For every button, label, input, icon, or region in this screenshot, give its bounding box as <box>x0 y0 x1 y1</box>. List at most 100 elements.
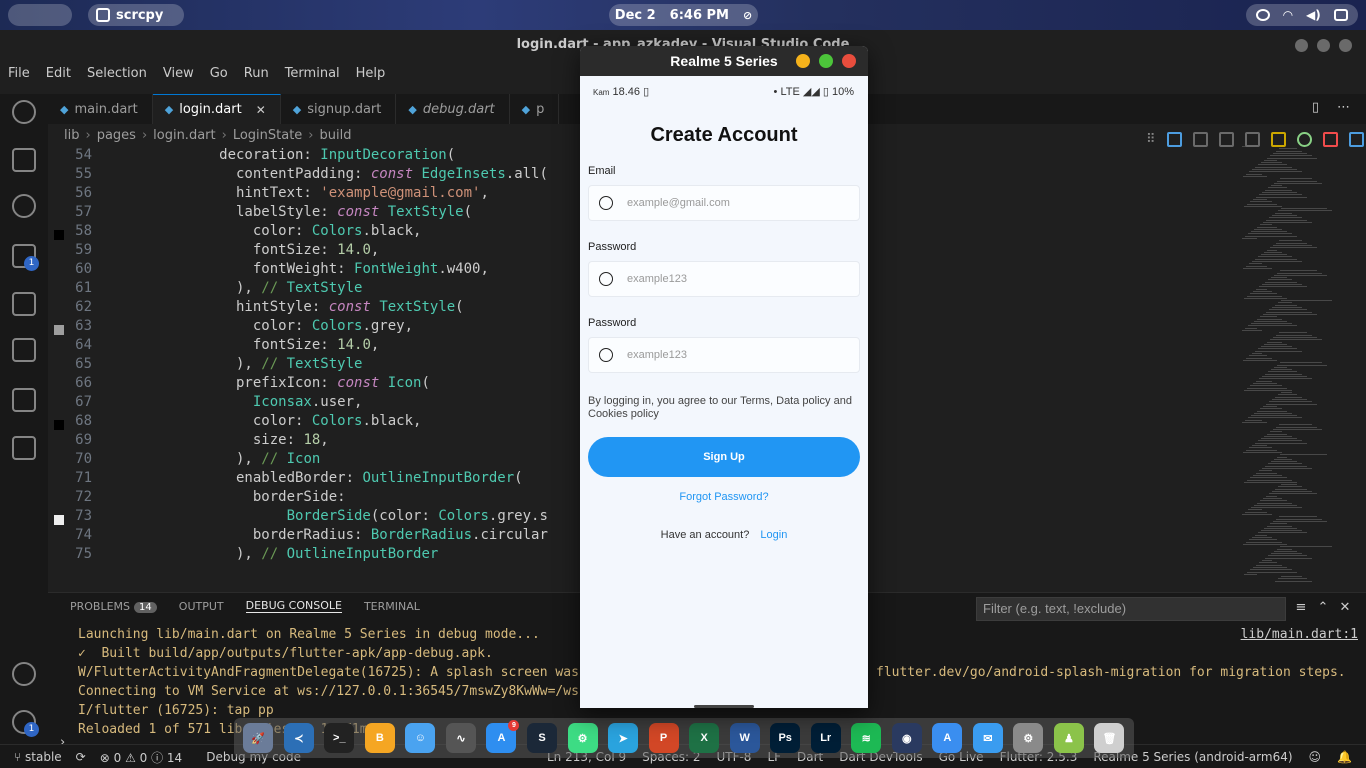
trash-icon[interactable]: 🗑 <box>1094 723 1125 753</box>
close-button[interactable] <box>1339 39 1352 52</box>
console-line: Launching lib/main.dart on Realme 5 Seri… <box>78 627 540 642</box>
extensions-icon[interactable] <box>12 292 36 316</box>
more-actions-icon[interactable]: ⋯ <box>1337 100 1350 115</box>
terminal-icon[interactable]: >_ <box>324 723 355 753</box>
photoshop-icon[interactable]: Ps <box>770 723 801 753</box>
testing-icon[interactable] <box>12 338 36 362</box>
password-field[interactable]: example123 <box>588 261 860 297</box>
breadcrumb-item[interactable]: LoginState <box>233 128 302 143</box>
source-control-icon[interactable] <box>12 194 36 218</box>
console-source-link[interactable]: lib/main.dart:1 <box>1241 625 1358 644</box>
forgot-password-link[interactable]: Forgot Password? <box>588 491 860 503</box>
panel-tab-problems[interactable]: PROBLEMS 14 <box>70 600 157 613</box>
step-over-icon[interactable] <box>1192 131 1208 147</box>
minimap-line <box>1245 235 1297 237</box>
sign-up-button[interactable]: Sign Up <box>588 437 860 477</box>
finder-icon[interactable]: ☺ <box>405 723 436 753</box>
active-app-menu[interactable]: scrcpy <box>88 4 184 26</box>
restart-icon[interactable] <box>1296 131 1312 147</box>
android-studio-icon[interactable]: ⚙ <box>567 723 598 753</box>
word-icon[interactable]: W <box>729 723 760 753</box>
phone-minimize-button[interactable] <box>796 54 810 68</box>
settings-icon[interactable]: ⚙ <box>1013 723 1044 753</box>
control-center-icon[interactable] <box>1255 9 1270 21</box>
powerpoint-icon[interactable]: P <box>648 723 679 753</box>
menu-selection[interactable]: Selection <box>79 64 155 84</box>
clock[interactable]: Dec 2 6:46 PM ⊘ <box>609 4 758 26</box>
clear-console-icon[interactable]: ≡ <box>1294 601 1308 615</box>
breadcrumb-item[interactable]: build <box>320 128 352 143</box>
notifications-icon[interactable]: 🔔 <box>1337 750 1352 764</box>
battery-icon[interactable] <box>1334 9 1349 21</box>
split-editor-icon[interactable]: ▯ <box>1312 100 1319 115</box>
account-icon[interactable] <box>12 662 36 686</box>
minimap[interactable] <box>1238 146 1366 590</box>
close-tab-icon[interactable]: ✕ <box>256 103 266 117</box>
step-into-icon[interactable] <box>1218 131 1234 147</box>
phone-close-button[interactable] <box>842 54 856 68</box>
explorer-icon[interactable] <box>12 148 36 172</box>
apple-menu-button[interactable] <box>8 4 72 26</box>
xcode-icon[interactable]: A <box>932 723 963 753</box>
close-panel-icon[interactable]: ✕ <box>1338 601 1352 615</box>
wifi-icon[interactable]: ◠ <box>1283 8 1292 22</box>
menu-help[interactable]: Help <box>348 64 394 84</box>
hot-reload-icon[interactable] <box>1270 131 1286 147</box>
sync-icon[interactable]: ⟳ <box>76 750 86 764</box>
email-field[interactable]: example@gmail.com <box>588 185 860 221</box>
search-icon[interactable] <box>12 100 36 124</box>
step-out-icon[interactable] <box>1244 131 1260 147</box>
tab-signup-dart[interactable]: ◆ signup.dart <box>281 94 397 124</box>
tab-p[interactable]: ◆ p <box>510 94 560 124</box>
menu-run[interactable]: Run <box>236 64 277 84</box>
minimap-line <box>1260 316 1277 318</box>
lightroom-icon[interactable]: Lr <box>810 723 841 753</box>
tab-main-dart[interactable]: ◆ main.dart <box>48 94 153 124</box>
feedback-icon[interactable]: ☺ <box>1309 750 1322 764</box>
menu-file[interactable]: File <box>0 64 38 84</box>
telegram-icon[interactable]: ➤ <box>608 723 639 753</box>
minimap-line <box>1259 286 1307 288</box>
breadcrumb-item[interactable]: pages <box>97 128 136 143</box>
menu-edit[interactable]: Edit <box>38 64 79 84</box>
minimap-line <box>1250 569 1292 571</box>
stop-icon[interactable] <box>1322 131 1338 147</box>
confirm-password-field[interactable]: example123 <box>588 337 860 373</box>
tab-login-dart[interactable]: ◆ login.dart ✕ <box>152 94 281 124</box>
gutter-color-black <box>54 230 64 240</box>
tab-debug-dart[interactable]: ◆ debug.dart <box>396 94 510 124</box>
screenshot-icon[interactable]: ◉ <box>891 723 922 753</box>
mail-icon[interactable]: ✉ <box>972 723 1003 753</box>
console-filter-input[interactable]: Filter (e.g. text, !exclude) <box>976 597 1286 621</box>
panel-tab-output[interactable]: OUTPUT <box>179 600 224 613</box>
figma-icon[interactable]: ∿ <box>445 723 476 753</box>
brave-icon[interactable]: B <box>364 723 395 753</box>
problems-status[interactable]: ⊗ 0 ⚠ 0 ⓘ 14 <box>100 749 182 766</box>
minimize-button[interactable] <box>1295 39 1308 52</box>
drag-handle-icon[interactable]: ⠿ <box>1146 132 1156 147</box>
vscode-icon[interactable]: ≺ <box>283 723 314 753</box>
steam-icon[interactable]: S <box>526 723 557 753</box>
menu-view[interactable]: View <box>155 64 202 84</box>
android-icon[interactable]: ♟ <box>1053 723 1084 753</box>
menu-go[interactable]: Go <box>202 64 236 84</box>
flutter-icon[interactable] <box>12 436 36 460</box>
excel-icon[interactable]: X <box>689 723 720 753</box>
login-link[interactable]: Login <box>760 529 787 541</box>
volume-icon[interactable]: ◀) <box>1306 8 1321 22</box>
spotify-icon[interactable]: ≋ <box>851 723 882 753</box>
launchpad-icon[interactable]: 🚀 <box>243 723 274 753</box>
maximize-button[interactable] <box>1317 39 1330 52</box>
breadcrumb-item[interactable]: login.dart <box>153 128 215 143</box>
devtools-icon[interactable] <box>1348 131 1364 147</box>
remote-explorer-icon[interactable] <box>12 388 36 412</box>
pause-icon[interactable] <box>1166 131 1182 147</box>
branch-status[interactable]: ⑂ stable <box>14 750 62 764</box>
breadcrumb-item[interactable]: lib <box>64 128 79 143</box>
menu-terminal[interactable]: Terminal <box>277 64 348 84</box>
panel-tab-debug-console[interactable]: DEBUG CONSOLE <box>245 599 342 613</box>
appstore-icon[interactable]: A9 <box>486 720 520 753</box>
maximize-panel-icon[interactable]: ⌃ <box>1316 601 1330 615</box>
phone-maximize-button[interactable] <box>819 54 833 68</box>
panel-tab-terminal[interactable]: TERMINAL <box>364 600 420 613</box>
